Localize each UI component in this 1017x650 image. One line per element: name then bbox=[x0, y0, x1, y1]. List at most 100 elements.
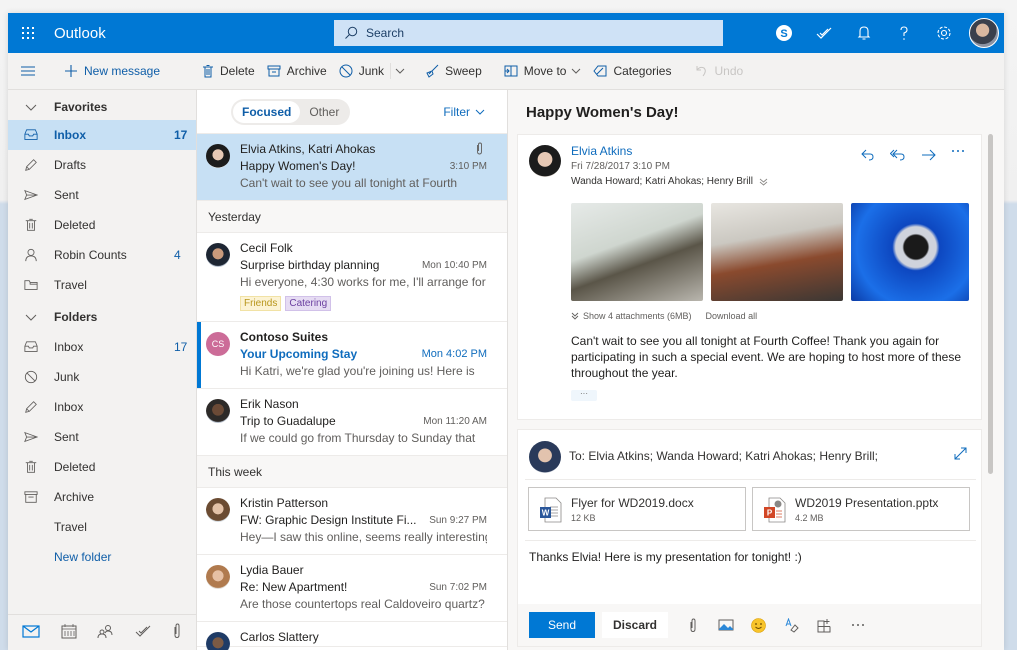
attached-file[interactable]: W Flyer for WD2019.docx 12 KB bbox=[528, 487, 746, 531]
junk-dropdown[interactable] bbox=[390, 63, 419, 79]
sidebar-item-travel[interactable]: Travel bbox=[8, 270, 196, 300]
todo-button[interactable] bbox=[804, 13, 844, 53]
mail-module-button[interactable] bbox=[22, 624, 40, 641]
sidebar-item-junk[interactable]: Junk bbox=[8, 362, 196, 392]
favorites-header[interactable]: Favorites bbox=[8, 90, 196, 120]
new-message-button[interactable]: New message bbox=[58, 53, 166, 90]
send-button[interactable]: Send bbox=[529, 612, 595, 638]
reply-button[interactable] bbox=[853, 149, 883, 161]
file-size: 4.2 MB bbox=[795, 513, 824, 523]
attach-button[interactable] bbox=[676, 617, 709, 633]
apps-button[interactable] bbox=[808, 618, 841, 633]
attachment-previews bbox=[571, 203, 969, 301]
filter-button[interactable]: Filter bbox=[443, 90, 485, 134]
search-box[interactable]: Search bbox=[334, 20, 723, 46]
sidebar-item-sent[interactable]: Sent bbox=[8, 422, 196, 452]
message-sender: Contoso Suites bbox=[240, 330, 329, 344]
skype-button[interactable]: S bbox=[764, 13, 804, 53]
emoji-button[interactable] bbox=[742, 617, 775, 633]
message-list-item[interactable]: Elvia Atkins, Katri Ahokas Happy Women's … bbox=[197, 134, 507, 201]
message-list-item[interactable]: Lydia Bauer Re: New Apartment! Sun 7:02 P… bbox=[197, 555, 507, 622]
message-list-item[interactable]: Cecil Folk Surprise birthday planning Mon… bbox=[197, 233, 507, 322]
format-button[interactable] bbox=[775, 617, 808, 633]
sidebar-item-deleted[interactable]: Deleted bbox=[8, 210, 196, 240]
insert-picture-button[interactable] bbox=[709, 619, 742, 631]
attachment-image[interactable] bbox=[571, 203, 703, 301]
files-module-button[interactable] bbox=[172, 623, 182, 642]
sidebar-item-inbox[interactable]: Inbox 17 bbox=[8, 332, 196, 362]
reply-icon bbox=[861, 149, 874, 161]
group-header: Yesterday bbox=[197, 201, 507, 233]
message-list-item[interactable]: Kristin Patterson FW: Graphic Design Inst… bbox=[197, 488, 507, 555]
sidebar-item-sent[interactable]: Sent bbox=[8, 180, 196, 210]
reply-compose: To: Elvia Atkins; Wanda Howard; Katri Ah… bbox=[517, 429, 982, 647]
account-button[interactable] bbox=[964, 13, 1004, 53]
move-to-button[interactable]: Move to bbox=[498, 53, 588, 90]
delete-button[interactable]: Delete bbox=[196, 53, 261, 90]
attachment-image[interactable] bbox=[851, 203, 969, 301]
todo-module-button[interactable] bbox=[135, 624, 151, 641]
folders-header[interactable]: Folders bbox=[8, 300, 196, 330]
sidebar-item-label: Deleted bbox=[54, 460, 96, 474]
more-actions-button[interactable] bbox=[943, 149, 973, 161]
sidebar-item-robin-counts[interactable]: Robin Counts 4 bbox=[8, 240, 196, 270]
download-all-link[interactable]: Download all bbox=[706, 311, 758, 321]
sidebar-item-inbox[interactable]: Inbox 17 bbox=[8, 120, 196, 150]
categories-button[interactable]: Categories bbox=[587, 53, 677, 90]
sender-name[interactable]: Elvia Atkins bbox=[571, 144, 632, 158]
tab-focused[interactable]: Focused bbox=[233, 100, 301, 123]
settings-button[interactable] bbox=[924, 13, 964, 53]
sweep-button[interactable]: Sweep bbox=[419, 53, 488, 90]
archive-icon bbox=[267, 65, 281, 77]
avatar bbox=[206, 243, 230, 267]
nav-toggle-button[interactable] bbox=[8, 53, 58, 90]
show-attachments-link[interactable]: Show 4 attachments (6MB) bbox=[583, 311, 692, 321]
scrollbar[interactable] bbox=[988, 134, 993, 474]
discard-button[interactable]: Discard bbox=[602, 612, 668, 638]
sidebar-item-deleted[interactable]: Deleted bbox=[8, 452, 196, 482]
app-launcher-button[interactable] bbox=[8, 13, 48, 53]
filter-label: Filter bbox=[443, 105, 470, 119]
tab-other[interactable]: Other bbox=[300, 101, 348, 123]
to-recipients[interactable]: To: Elvia Atkins; Wanda Howard; Katri Ah… bbox=[569, 449, 878, 463]
undo-button[interactable]: Undo bbox=[689, 53, 749, 90]
svg-text:S: S bbox=[780, 28, 787, 40]
trash-icon bbox=[203, 65, 213, 78]
people-module-button[interactable] bbox=[97, 624, 114, 642]
unread-count: 17 bbox=[174, 128, 188, 142]
chevron-down-icon bbox=[25, 104, 37, 111]
chevron-down-icon bbox=[25, 314, 37, 321]
avatar bbox=[206, 144, 230, 168]
reply-body-input[interactable]: Thanks Elvia! Here is my presentation fo… bbox=[529, 550, 802, 564]
sidebar-item-inbox[interactable]: Inbox bbox=[8, 392, 196, 422]
reading-pane: Happy Women's Day! Elvia Atkins Fri 7/28… bbox=[508, 90, 1004, 650]
sidebar-item-archive[interactable]: Archive bbox=[8, 482, 196, 512]
more-options-button[interactable] bbox=[841, 623, 874, 627]
archive-button[interactable]: Archive bbox=[261, 53, 333, 90]
message-body: Can't wait to see you all tonight at Fou… bbox=[571, 334, 962, 380]
app-title: Outlook bbox=[54, 24, 106, 42]
message-sender: Kristin Patterson bbox=[240, 496, 329, 510]
notifications-button[interactable] bbox=[844, 13, 884, 53]
message-list-item[interactable]: Erik Nason Trip to Guadalupe Mon 11:20 AM… bbox=[197, 389, 507, 456]
junk-button[interactable]: Junk bbox=[333, 53, 390, 90]
calendar-icon bbox=[61, 623, 77, 638]
help-button[interactable] bbox=[884, 13, 924, 53]
forward-button[interactable] bbox=[913, 149, 943, 161]
double-chevron-down-icon[interactable] bbox=[759, 178, 768, 186]
reply-all-button[interactable] bbox=[883, 149, 913, 161]
message-subject: Happy Women's Day! bbox=[240, 159, 356, 173]
message-list-item[interactable]: Carlos Slattery bbox=[197, 622, 507, 650]
sidebar-item-travel[interactable]: Travel bbox=[8, 512, 196, 542]
attached-file[interactable]: P WD2019 Presentation.pptx 4.2 MB bbox=[752, 487, 970, 531]
pop-out-button[interactable] bbox=[954, 447, 967, 463]
new-folder-link[interactable]: New folder bbox=[8, 542, 196, 572]
sidebar-item-drafts[interactable]: Drafts bbox=[8, 150, 196, 180]
show-more-button[interactable]: ··· bbox=[571, 390, 597, 401]
avatar: CS bbox=[206, 332, 230, 356]
attachment-image[interactable] bbox=[711, 203, 843, 301]
search-icon bbox=[345, 26, 358, 39]
calendar-module-button[interactable] bbox=[61, 623, 77, 642]
message-list-item[interactable]: CS Contoso Suites Your Upcoming Stay Mon 4… bbox=[197, 322, 507, 389]
message-subject: Re: New Apartment! bbox=[240, 580, 348, 594]
